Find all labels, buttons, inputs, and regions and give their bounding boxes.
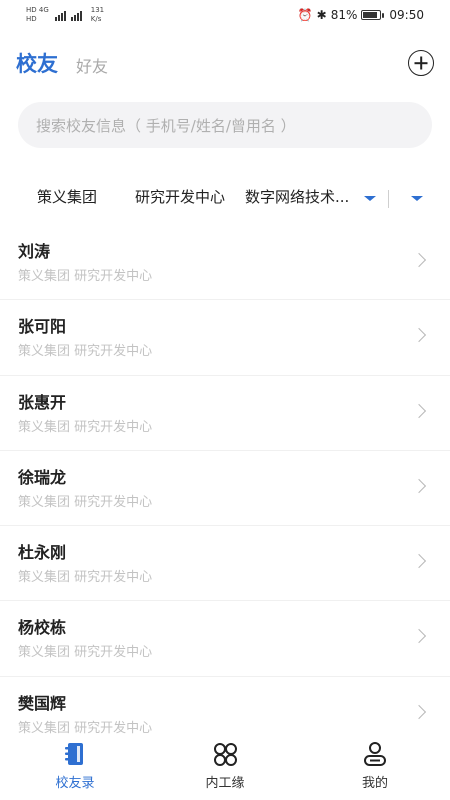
search-input[interactable]: 搜索校友信息（ 手机号/姓名/曾用名 ）: [18, 102, 432, 148]
status-bar: HD 4G HD 131 K/s ⏰ ✱ 81% 09:50: [0, 0, 450, 30]
contact-org: 策义集团 研究开发中心: [18, 419, 153, 435]
contact-org: 策义集团 研究开发中心: [18, 344, 153, 360]
chevron-right-icon: [411, 328, 427, 343]
battery-percent: 81%: [330, 8, 358, 22]
contact-org: 策义集团 研究开发中心: [18, 645, 153, 661]
org-filter-bar: 策义集团 研究开发中心 数字网络技术...: [0, 178, 450, 212]
contact-book-icon: [65, 743, 83, 765]
contact-org: 策义集团 研究开发中心: [18, 269, 153, 284]
app-screen: HD 4G HD 131 K/s ⏰ ✱ 81% 09:50 校友 好友 搜索校…: [0, 0, 450, 800]
network-label-bottom: HD: [26, 15, 37, 23]
signal-icon: [54, 11, 82, 21]
contact-name: 杜永刚: [18, 543, 67, 563]
bottom-nav: 校友录 内工缘 我的: [0, 734, 450, 800]
chevron-right-icon: [411, 554, 427, 569]
tab-friends[interactable]: 好友: [76, 53, 108, 77]
clock: 09:50: [389, 8, 424, 22]
nav-label: 我的: [361, 776, 388, 791]
nav-internal-works[interactable]: 内工缘: [180, 734, 270, 800]
filter-center[interactable]: 研究开发中心: [135, 186, 225, 207]
filter-department[interactable]: 数字网络技术...: [245, 186, 357, 207]
battery-icon: [361, 10, 385, 20]
list-item[interactable]: 张惠开 策义集团 研究开发中心: [0, 376, 450, 451]
nav-alumni-directory[interactable]: 校友录: [30, 734, 120, 800]
chevron-right-icon: [411, 478, 427, 493]
chevron-right-icon: [411, 704, 427, 719]
list-item[interactable]: 张可阳 策义集团 研究开发中心: [0, 300, 450, 376]
list-item[interactable]: 杨校栋 策义集团 研究开发中心: [0, 601, 450, 677]
nav-label: 校友录: [55, 776, 95, 791]
network-label-top: HD 4G: [26, 6, 49, 14]
chevron-down-icon[interactable]: [411, 196, 423, 201]
contact-name: 张可阳: [18, 317, 67, 337]
network-speed-value: 131: [90, 6, 105, 14]
list-item[interactable]: 杜永刚 策义集团 研究开发中心: [0, 526, 450, 602]
top-header: 校友 好友: [0, 44, 450, 84]
chevron-down-icon[interactable]: [364, 196, 376, 201]
contact-org: 策义集团 研究开发中心: [18, 720, 153, 736]
contact-name: 樊国辉: [18, 693, 67, 713]
add-circle-icon[interactable]: [408, 50, 434, 76]
network-speed-unit: K/s: [90, 15, 102, 23]
user-profile-icon: [364, 742, 386, 766]
filter-group[interactable]: 策义集团: [37, 186, 97, 207]
nav-profile[interactable]: 我的: [330, 734, 420, 800]
chevron-right-icon: [411, 629, 427, 644]
contact-name: 杨校栋: [18, 618, 67, 638]
contact-name: 徐瑞龙: [18, 467, 67, 487]
contact-org: 策义集团 研究开发中心: [18, 570, 153, 586]
chevron-right-icon: [411, 403, 427, 418]
tab-alumni[interactable]: 校友: [16, 48, 58, 78]
bluetooth-icon: ✱: [316, 8, 327, 22]
contact-name: 刘涛: [18, 242, 51, 261]
search-placeholder: 搜索校友信息（ 手机号/姓名/曾用名 ）: [36, 116, 296, 135]
alumni-list: 刘涛 策义集团 研究开发中心 张可阳 策义集团 研究开发中心 张惠开 策义集团 …: [0, 225, 450, 753]
status-right: ⏰ ✱ 81% 09:50: [298, 8, 424, 22]
alarm-icon: ⏰: [297, 8, 313, 22]
status-left: HD 4G HD 131 K/s: [26, 7, 104, 23]
nav-label: 内工缘: [205, 776, 245, 791]
contact-name: 张惠开: [18, 392, 67, 412]
list-item[interactable]: 刘涛 策义集团 研究开发中心: [0, 225, 450, 301]
list-item[interactable]: 徐瑞龙 策义集团 研究开发中心: [0, 451, 450, 527]
filter-divider: [388, 190, 389, 208]
apps-grid-icon: [214, 743, 237, 766]
chevron-right-icon: [411, 252, 427, 268]
contact-org: 策义集团 研究开发中心: [18, 494, 153, 510]
